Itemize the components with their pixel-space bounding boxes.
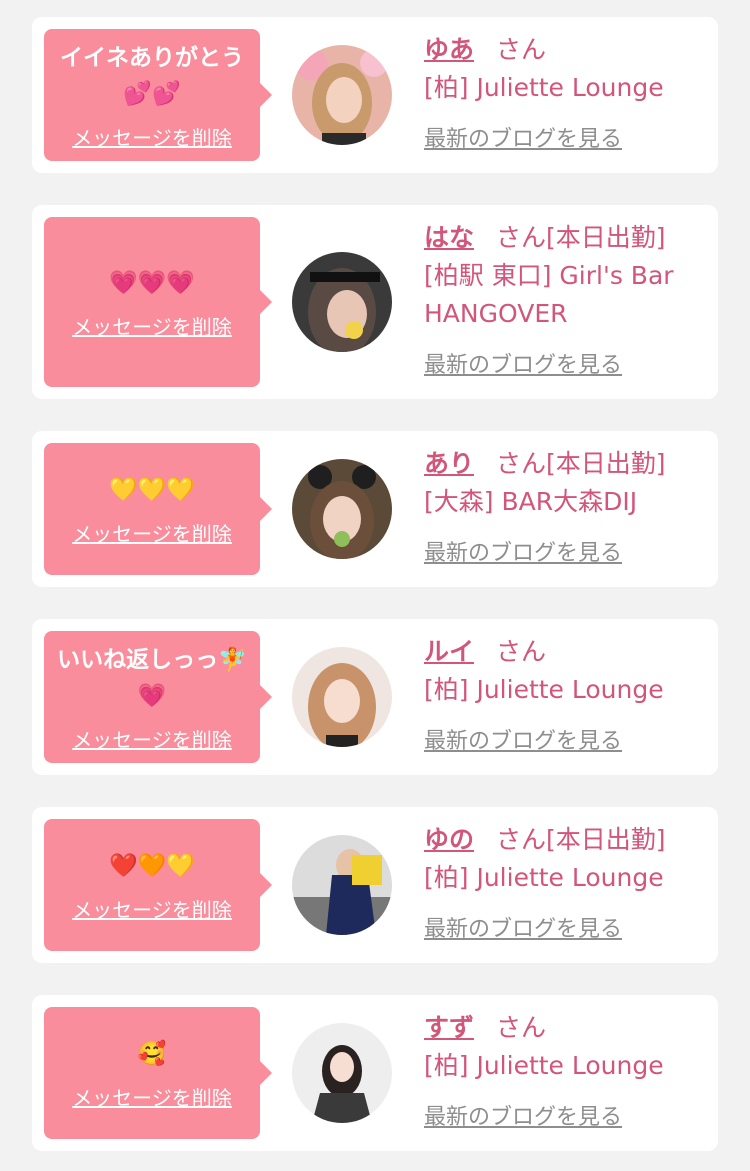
message-bubble: 🥰 メッセージを削除 bbox=[44, 1007, 272, 1139]
message-card: 💗💗💗 メッセージを削除 はな さん[本日出勤] [柏駅 東口] Girl's B… bbox=[32, 205, 718, 399]
avatar[interactable] bbox=[292, 252, 392, 352]
sender-suffix: さん bbox=[496, 1013, 547, 1042]
sender-info: すず さん [柏] Juliette Lounge 最新のブログを見る bbox=[424, 1009, 706, 1137]
delete-message-link[interactable]: メッセージを削除 bbox=[72, 518, 232, 547]
latest-blog-link[interactable]: 最新のブログを見る bbox=[424, 347, 706, 385]
delete-message-link[interactable]: メッセージを削除 bbox=[72, 311, 232, 340]
message-text: 🥰 bbox=[137, 1040, 167, 1067]
message-bubble: 💛💛💛 メッセージを削除 bbox=[44, 443, 272, 575]
shop-name: [柏] Juliette Lounge bbox=[424, 863, 664, 892]
sender-suffix: さん[本日出勤] bbox=[496, 825, 666, 854]
shop-name: [柏] Juliette Lounge bbox=[424, 675, 664, 704]
message-card: 💛💛💛 メッセージを削除 あり さん[本日出勤] [大森] BAR大森DIJ 最新… bbox=[32, 431, 718, 587]
latest-blog-link[interactable]: 最新のブログを見る bbox=[424, 723, 706, 761]
message-card: イイネありがとう 💕💕 メッセージを削除 ゆあ さん [柏] Juliette L… bbox=[32, 17, 718, 173]
sender-name-link[interactable]: ゆあ bbox=[424, 35, 474, 64]
sender-name-link[interactable]: ルイ bbox=[424, 637, 474, 666]
avatar[interactable] bbox=[292, 459, 392, 559]
sender-info: ゆの さん[本日出勤] [柏] Juliette Lounge 最新のブログを見る bbox=[424, 821, 706, 949]
sender-suffix: さん bbox=[496, 35, 547, 64]
sender-info: はな さん[本日出勤] [柏駅 東口] Girl's Bar HANGOVER 最… bbox=[424, 219, 706, 385]
shop-name: [大森] BAR大森DIJ bbox=[424, 487, 638, 516]
message-card: ❤️🧡💛 メッセージを削除 ゆの さん[本日出勤] [柏] Juliette Lo… bbox=[32, 807, 718, 963]
shop-name: [柏駅 東口] Girl's Bar HANGOVER bbox=[424, 261, 674, 328]
latest-blog-link[interactable]: 最新のブログを見る bbox=[424, 121, 706, 159]
sender-info: ゆあ さん [柏] Juliette Lounge 最新のブログを見る bbox=[424, 31, 706, 159]
delete-message-link[interactable]: メッセージを削除 bbox=[72, 1082, 232, 1111]
avatar[interactable] bbox=[292, 45, 392, 145]
sender-info: あり さん[本日出勤] [大森] BAR大森DIJ 最新のブログを見る bbox=[424, 445, 706, 573]
message-list: イイネありがとう 💕💕 メッセージを削除 ゆあ さん [柏] Juliette L… bbox=[0, 0, 750, 1171]
delete-message-link[interactable]: メッセージを削除 bbox=[72, 724, 232, 753]
latest-blog-link[interactable]: 最新のブログを見る bbox=[424, 911, 706, 949]
sender-name-link[interactable]: すず bbox=[424, 1013, 474, 1042]
sender-suffix: さん[本日出勤] bbox=[496, 449, 666, 478]
shop-name: [柏] Juliette Lounge bbox=[424, 1051, 664, 1080]
sender-name-link[interactable]: ゆの bbox=[424, 825, 474, 854]
message-bubble: いいね返しっっ🧚 💗 メッセージを削除 bbox=[44, 631, 272, 763]
latest-blog-link[interactable]: 最新のブログを見る bbox=[424, 1099, 706, 1137]
latest-blog-link[interactable]: 最新のブログを見る bbox=[424, 535, 706, 573]
message-text: いいね返しっっ🧚 💗 bbox=[57, 646, 247, 709]
avatar[interactable] bbox=[292, 647, 392, 747]
delete-message-link[interactable]: メッセージを削除 bbox=[72, 122, 232, 151]
message-text: 💛💛💛 bbox=[109, 476, 195, 503]
sender-info: ルイ さん [柏] Juliette Lounge 最新のブログを見る bbox=[424, 633, 706, 761]
sender-name-link[interactable]: あり bbox=[424, 449, 474, 478]
message-bubble: イイネありがとう 💕💕 メッセージを削除 bbox=[44, 29, 272, 161]
avatar[interactable] bbox=[292, 1023, 392, 1123]
shop-name: [柏] Juliette Lounge bbox=[424, 73, 664, 102]
sender-name-link[interactable]: はな bbox=[424, 223, 474, 252]
message-card: 🥰 メッセージを削除 すず さん [柏] Juliette Lounge 最新のブ… bbox=[32, 995, 718, 1151]
message-card: いいね返しっっ🧚 💗 メッセージを削除 ルイ さん [柏] Juliette Lo… bbox=[32, 619, 718, 775]
message-text: 💗💗💗 bbox=[109, 269, 195, 296]
delete-message-link[interactable]: メッセージを削除 bbox=[72, 894, 232, 923]
sender-suffix: さん[本日出勤] bbox=[496, 223, 666, 252]
avatar[interactable] bbox=[292, 835, 392, 935]
message-bubble: 💗💗💗 メッセージを削除 bbox=[44, 217, 272, 387]
message-text: イイネありがとう 💕💕 bbox=[60, 44, 244, 107]
message-text: ❤️🧡💛 bbox=[109, 852, 195, 879]
message-bubble: ❤️🧡💛 メッセージを削除 bbox=[44, 819, 272, 951]
sender-suffix: さん bbox=[496, 637, 547, 666]
